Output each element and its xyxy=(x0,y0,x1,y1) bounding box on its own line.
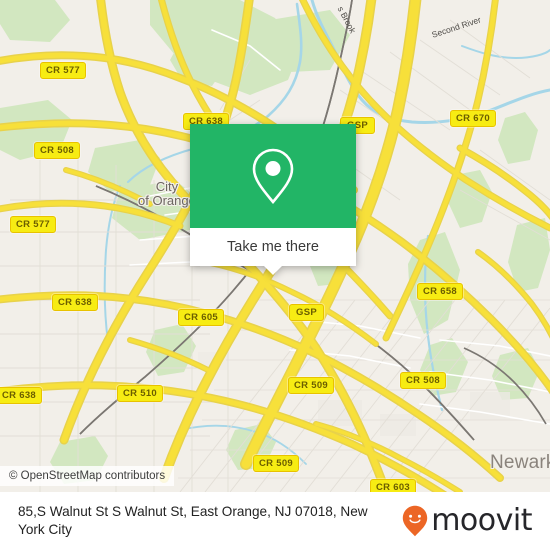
road-shield: CR 508 xyxy=(400,372,447,389)
road-shield: CR 670 xyxy=(450,110,497,127)
address-text: 85,S Walnut St S Walnut St, East Orange,… xyxy=(18,504,368,537)
take-me-there-label: Take me there xyxy=(227,239,319,255)
popup-pin-area xyxy=(190,124,356,228)
road-shield: CR 638 xyxy=(52,294,99,311)
place-label: City of Orange xyxy=(138,179,196,208)
road-shield: CR 603 xyxy=(370,479,417,492)
popup-tail-triangle xyxy=(264,266,282,275)
take-me-there-button[interactable]: Take me there xyxy=(190,228,356,275)
road-shield: CR 658 xyxy=(417,283,464,300)
road-shield: CR 508 xyxy=(34,142,81,159)
map-result-page: .rd { stroke:#f7e03a; stroke-linecap:rou… xyxy=(0,0,550,550)
place-label: Newark xyxy=(490,452,550,473)
road-shield: CR 605 xyxy=(178,309,225,326)
road-shield: CR 509 xyxy=(253,455,300,472)
moovit-logo[interactable]: moovit xyxy=(402,505,540,537)
moovit-smiley-pin-icon xyxy=(403,505,428,537)
map-canvas[interactable]: .rd { stroke:#f7e03a; stroke-linecap:rou… xyxy=(0,0,550,492)
road-shield: CR 638 xyxy=(0,387,43,404)
road-shield: CR 509 xyxy=(288,377,335,394)
location-popup-card[interactable]: Take me there xyxy=(190,124,356,275)
moovit-wordmark: moovit xyxy=(431,503,532,538)
road-shield: CR 577 xyxy=(40,62,87,79)
footer-bar: 85,S Walnut St S Walnut St, East Orange,… xyxy=(0,492,550,550)
location-pin-icon xyxy=(252,148,294,205)
osm-attribution[interactable]: © OpenStreetMap contributors xyxy=(0,466,175,486)
road-shield: CR 577 xyxy=(10,216,57,233)
road-shield: GSP xyxy=(289,304,324,321)
road-shield: CR 510 xyxy=(117,385,164,402)
